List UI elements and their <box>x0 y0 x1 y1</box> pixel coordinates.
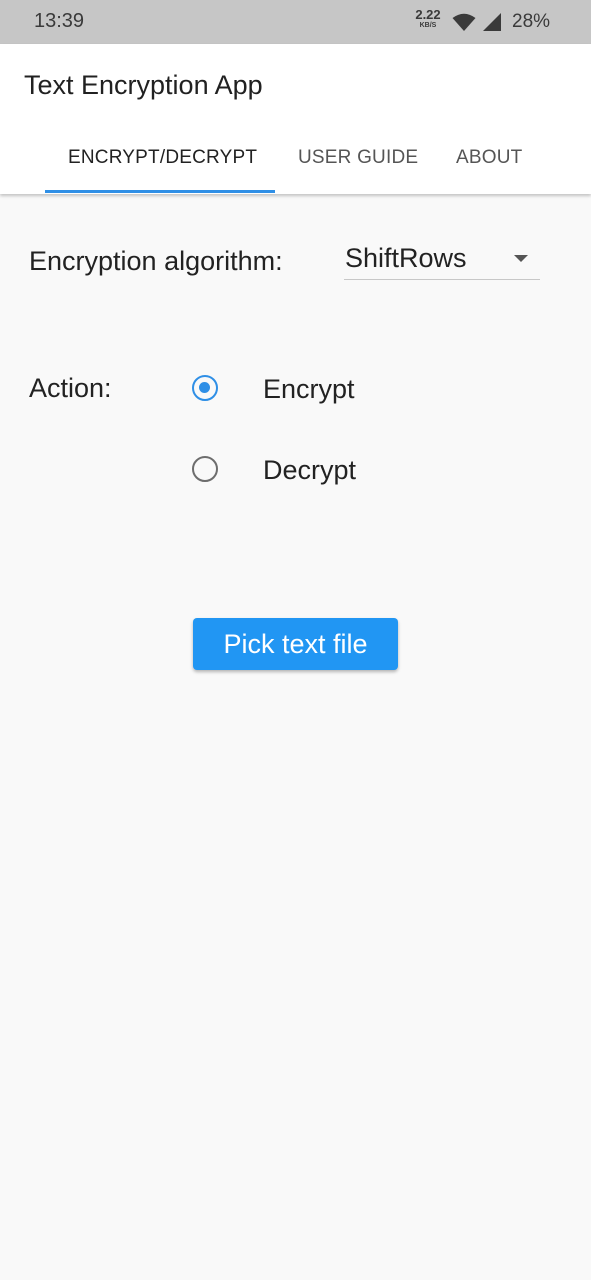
tab-user-guide[interactable]: USER GUIDE <box>298 147 418 169</box>
cell-signal-icon <box>483 13 501 31</box>
decrypt-radio[interactable] <box>192 456 218 482</box>
network-speed-value: 2.22 <box>415 7 441 22</box>
decrypt-option[interactable]: Decrypt <box>191 455 411 485</box>
app-title: Text Encryption App <box>24 70 263 100</box>
tab-about[interactable]: ABOUT <box>456 147 522 169</box>
status-time: 13:39 <box>34 10 85 32</box>
network-speed: 2.22 KB/S <box>412 8 444 29</box>
algorithm-selected-value: ShiftRows <box>345 243 467 273</box>
encrypt-label: Encrypt <box>263 374 355 404</box>
encrypt-option[interactable]: Encrypt <box>191 374 411 404</box>
algorithm-label: Encryption algorithm: <box>29 246 283 276</box>
status-bar: 13:39 2.22 KB/S 28% <box>0 0 591 44</box>
encrypt-radio[interactable] <box>192 375 218 401</box>
algorithm-dropdown[interactable]: ShiftRows <box>344 238 540 280</box>
pick-text-file-button[interactable]: Pick text file <box>193 618 398 670</box>
battery-level: 28% <box>512 11 551 32</box>
decrypt-label: Decrypt <box>263 455 357 485</box>
encrypt-decrypt-panel: Encryption algorithm: ShiftRows Action: … <box>0 194 591 1280</box>
app-bar: Text Encryption App ENCRYPT/DECRYPT USER… <box>0 44 591 194</box>
dropdown-arrow-icon <box>514 255 528 262</box>
active-tab-indicator <box>45 190 275 193</box>
action-label: Action: <box>29 373 112 403</box>
wifi-icon <box>452 13 476 31</box>
tab-encrypt-decrypt[interactable]: ENCRYPT/DECRYPT <box>68 147 257 169</box>
network-speed-unit: KB/S <box>419 22 437 29</box>
